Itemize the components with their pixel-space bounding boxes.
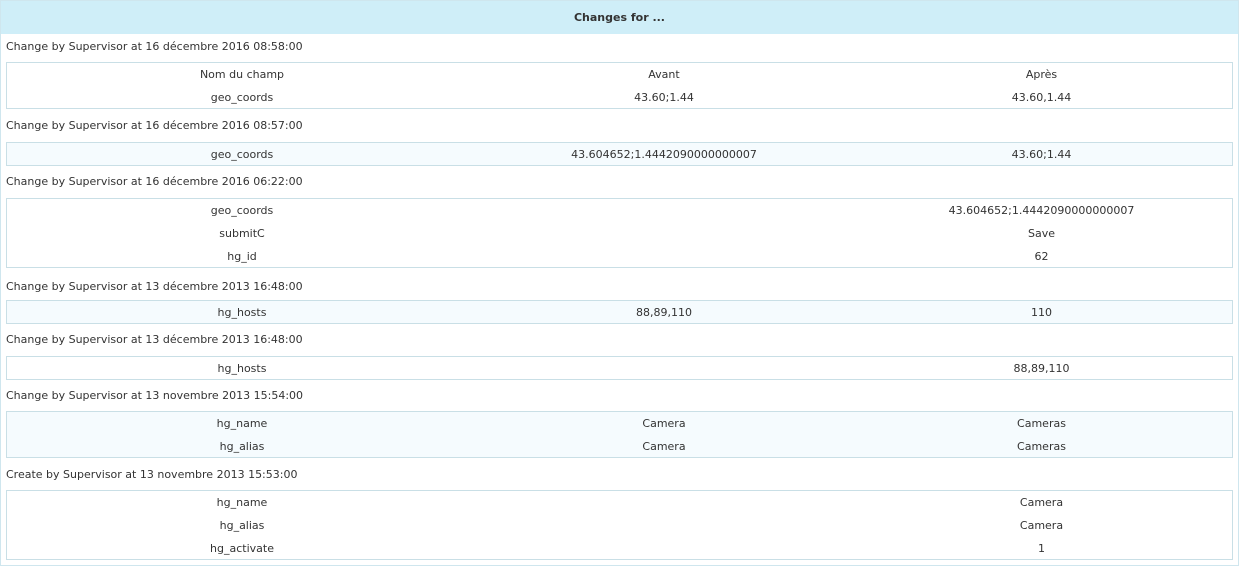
- field-name-cell: hg_activate: [210, 542, 274, 555]
- table-row: geo_coords 43.604652;1.4442090000000007 …: [7, 143, 1232, 166]
- before-value-cell: [477, 537, 851, 560]
- before-value-cell: [477, 245, 851, 268]
- change-header: Change by Supervisor at 16 décembre 2016…: [1, 115, 1238, 137]
- change-table: Nom du champ Avant Après geo_coords 43.6…: [6, 62, 1233, 109]
- column-header-after: Après: [1025, 68, 1058, 81]
- change-table: geo_coords 43.604652;1.4442090000000007 …: [6, 198, 1233, 268]
- after-value-cell: 88,89,110: [1013, 362, 1070, 375]
- table-row: hg_alias Camera Cameras: [7, 435, 1232, 458]
- after-value-cell: Cameras: [1017, 417, 1066, 430]
- field-name-cell: submitC: [219, 227, 265, 240]
- before-value-cell: [477, 357, 851, 380]
- field-name-cell: geo_coords: [210, 91, 274, 104]
- change-table: geo_coords 43.604652;1.4442090000000007 …: [6, 142, 1233, 166]
- field-name-cell: hg_alias: [219, 519, 265, 532]
- change-table: hg_hosts 88,89,110 110: [6, 300, 1233, 324]
- before-value-cell: 88,89,110: [636, 306, 692, 319]
- after-value-cell: Save: [1027, 227, 1055, 240]
- after-value-cell: 110: [1031, 306, 1052, 319]
- after-value-cell: 62: [1034, 250, 1049, 263]
- field-name-cell: hg_name: [216, 417, 268, 430]
- table-row: hg_hosts 88,89,110: [7, 357, 1232, 380]
- change-table: hg_name Camera Cameras hg_alias Camera C…: [6, 411, 1233, 458]
- table-row: hg_name Camera Cameras: [7, 412, 1232, 435]
- after-value-cell: Cameras: [1017, 440, 1066, 453]
- field-name-cell: hg_hosts: [217, 306, 267, 319]
- after-value-cell: 43.60,1.44: [1011, 91, 1072, 104]
- field-name-cell: hg_name: [216, 496, 268, 509]
- before-value-cell: 43.60;1.44: [634, 91, 694, 104]
- change-header: Change by Supervisor at 13 décembre 2013…: [1, 329, 1238, 351]
- field-name-cell: hg_hosts: [217, 362, 267, 375]
- table-row: hg_hosts 88,89,110 110: [7, 301, 1232, 324]
- before-value-cell: Camera: [642, 417, 686, 430]
- table-row: geo_coords 43.60;1.44 43.60,1.44: [7, 86, 1232, 109]
- after-value-cell: Camera: [1019, 519, 1064, 532]
- change-header: Change by Supervisor at 16 décembre 2016…: [1, 36, 1238, 58]
- change-table: hg_name Camera hg_alias Camera hg_activa…: [6, 490, 1233, 560]
- column-header-before: Avant: [648, 68, 680, 81]
- field-name-cell: hg_alias: [219, 440, 265, 453]
- after-value-cell: 1: [1038, 542, 1045, 555]
- before-value-cell: 43.604652;1.4442090000000007: [571, 148, 757, 161]
- table-row: geo_coords 43.604652;1.4442090000000007: [7, 199, 1232, 222]
- change-header: Change by Supervisor at 13 novembre 2013…: [1, 385, 1238, 407]
- change-header: Create by Supervisor at 13 novembre 2013…: [1, 464, 1238, 486]
- field-name-cell: geo_coords: [210, 148, 274, 161]
- before-value-cell: Camera: [642, 440, 686, 453]
- table-row: hg_id 62: [7, 245, 1232, 268]
- table-row: submitC Save: [7, 222, 1232, 245]
- after-value-cell: 43.60;1.44: [1011, 148, 1072, 161]
- field-name-cell: hg_id: [227, 250, 257, 263]
- after-value-cell: 43.604652;1.4442090000000007: [948, 204, 1135, 217]
- change-header: Change by Supervisor at 16 décembre 2016…: [1, 171, 1238, 193]
- change-table: hg_hosts 88,89,110: [6, 356, 1233, 380]
- page-title: Changes for ...: [1, 1, 1238, 34]
- table-header-row: Nom du champ Avant Après: [7, 63, 1232, 86]
- before-value-cell: [477, 222, 851, 245]
- table-row: hg_name Camera: [7, 491, 1232, 514]
- after-value-cell: Camera: [1019, 496, 1064, 509]
- before-value-cell: [477, 491, 851, 514]
- column-header-field: Nom du champ: [199, 68, 285, 81]
- table-row: hg_activate 1: [7, 537, 1232, 560]
- change-header: Change by Supervisor at 13 décembre 2013…: [1, 276, 1238, 298]
- before-value-cell: [477, 514, 851, 537]
- table-row: hg_alias Camera: [7, 514, 1232, 537]
- before-value-cell: [477, 199, 851, 222]
- field-name-cell: geo_coords: [210, 204, 274, 217]
